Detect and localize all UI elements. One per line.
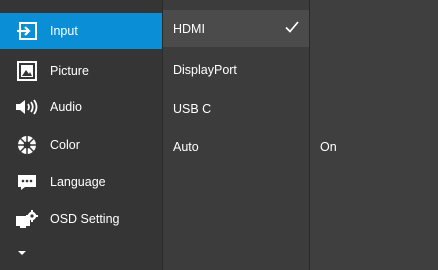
sub-item-label: Auto	[173, 139, 199, 154]
value-item-on[interactable]: On	[310, 128, 438, 165]
speaker-icon	[14, 96, 40, 118]
menu-item-label: Color	[50, 138, 80, 152]
menu-item-label: Language	[50, 175, 106, 189]
sub-item-usb-c[interactable]: USB C	[163, 90, 310, 127]
menu-item-label: Input	[50, 24, 78, 38]
menu-item-color[interactable]: Color	[0, 127, 162, 163]
language-icon	[14, 171, 40, 193]
chevron-down-icon[interactable]	[16, 248, 28, 258]
value-label: On	[320, 139, 337, 154]
value-panel: On	[309, 0, 438, 270]
sub-menu: HDMI DisplayPort USB C Auto	[162, 0, 310, 270]
menu-item-label: Audio	[50, 100, 82, 114]
osd-menu: Input Picture Audio Color Language OSD S…	[0, 0, 438, 270]
sub-item-label: HDMI	[173, 21, 205, 36]
sub-item-hdmi[interactable]: HDMI	[163, 10, 310, 47]
main-menu: Input Picture Audio Color Language OSD S…	[0, 0, 162, 270]
sub-item-displayport[interactable]: DisplayPort	[163, 51, 310, 88]
sub-item-auto[interactable]: Auto	[163, 128, 310, 165]
sub-item-label: USB C	[173, 101, 212, 116]
sub-item-label: DisplayPort	[173, 62, 237, 77]
menu-item-picture[interactable]: Picture	[0, 53, 162, 89]
menu-item-label: OSD Setting	[50, 212, 120, 226]
menu-item-osd-setting[interactable]: OSD Setting	[0, 201, 162, 237]
picture-icon	[14, 60, 40, 82]
menu-item-label: Picture	[50, 64, 89, 78]
menu-item-language[interactable]: Language	[0, 164, 162, 200]
menu-item-input[interactable]: Input	[0, 13, 162, 49]
menu-item-audio[interactable]: Audio	[0, 89, 162, 125]
input-icon	[14, 20, 40, 42]
color-wheel-icon	[14, 134, 40, 156]
osd-setting-icon	[14, 208, 40, 230]
checkmark-icon	[285, 21, 299, 33]
